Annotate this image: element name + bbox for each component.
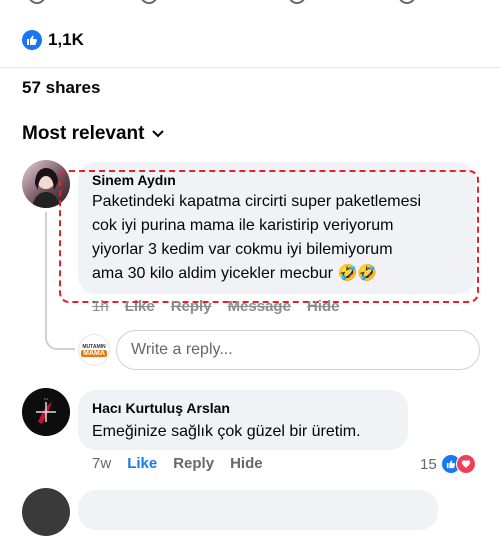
like-icon <box>22 30 42 50</box>
avatar[interactable]: ••• <box>22 388 70 436</box>
avatar[interactable] <box>22 488 70 536</box>
share-action-icon[interactable] <box>288 0 306 4</box>
divider <box>0 67 500 68</box>
thread-connector <box>45 334 75 350</box>
reply-button[interactable]: Reply <box>173 455 214 472</box>
avatar-text-top: MUTAMIN <box>82 343 106 350</box>
comment-actions: 7w Like Reply Hide <box>92 455 263 472</box>
like-button[interactable]: Like <box>127 455 157 472</box>
like-action-icon[interactable] <box>28 0 46 4</box>
hide-button[interactable]: Hide <box>230 455 263 472</box>
chevron-down-icon <box>152 130 165 138</box>
comment-action-icon[interactable] <box>140 0 158 4</box>
reaction-count: 1,1K <box>48 30 84 49</box>
avatar-text-bottom: MAMA <box>81 349 107 357</box>
comment-bubble <box>78 490 438 530</box>
thread-line <box>45 212 47 336</box>
send-action-icon[interactable] <box>398 0 416 4</box>
comment-author[interactable]: Hacı Kurtuluş Arslan <box>92 400 230 416</box>
top-action-icons <box>0 0 500 6</box>
comment-actions: 1h Like Reply Message Hide <box>92 298 339 315</box>
sort-label: Most relevant <box>22 123 145 144</box>
svg-text:•••: ••• <box>44 396 49 401</box>
love-icon <box>455 454 476 474</box>
sort-dropdown[interactable]: Most relevant <box>22 123 165 145</box>
comment-reactions[interactable]: 15 <box>420 454 476 474</box>
page-avatar: MUTAMIN MAMA <box>78 334 110 366</box>
message-button[interactable]: Message <box>228 298 291 315</box>
hide-button[interactable]: Hide <box>307 298 340 315</box>
comment-reaction-count: 15 <box>420 455 437 473</box>
reply-input[interactable]: Write a reply... <box>116 330 480 370</box>
reply-button[interactable]: Reply <box>171 298 212 315</box>
comment-text: Emeğinize sağlık çok güzel bir üretim. <box>92 423 361 440</box>
reply-placeholder: Write a reply... <box>131 341 233 358</box>
highlight-box <box>59 170 479 303</box>
comment-time: 7w <box>92 455 112 472</box>
like-button[interactable]: Like <box>125 298 155 315</box>
reaction-summary[interactable]: 1,1K <box>22 30 84 50</box>
comment-time: 1h <box>92 298 109 315</box>
shares-count[interactable]: 57 shares <box>22 78 100 98</box>
